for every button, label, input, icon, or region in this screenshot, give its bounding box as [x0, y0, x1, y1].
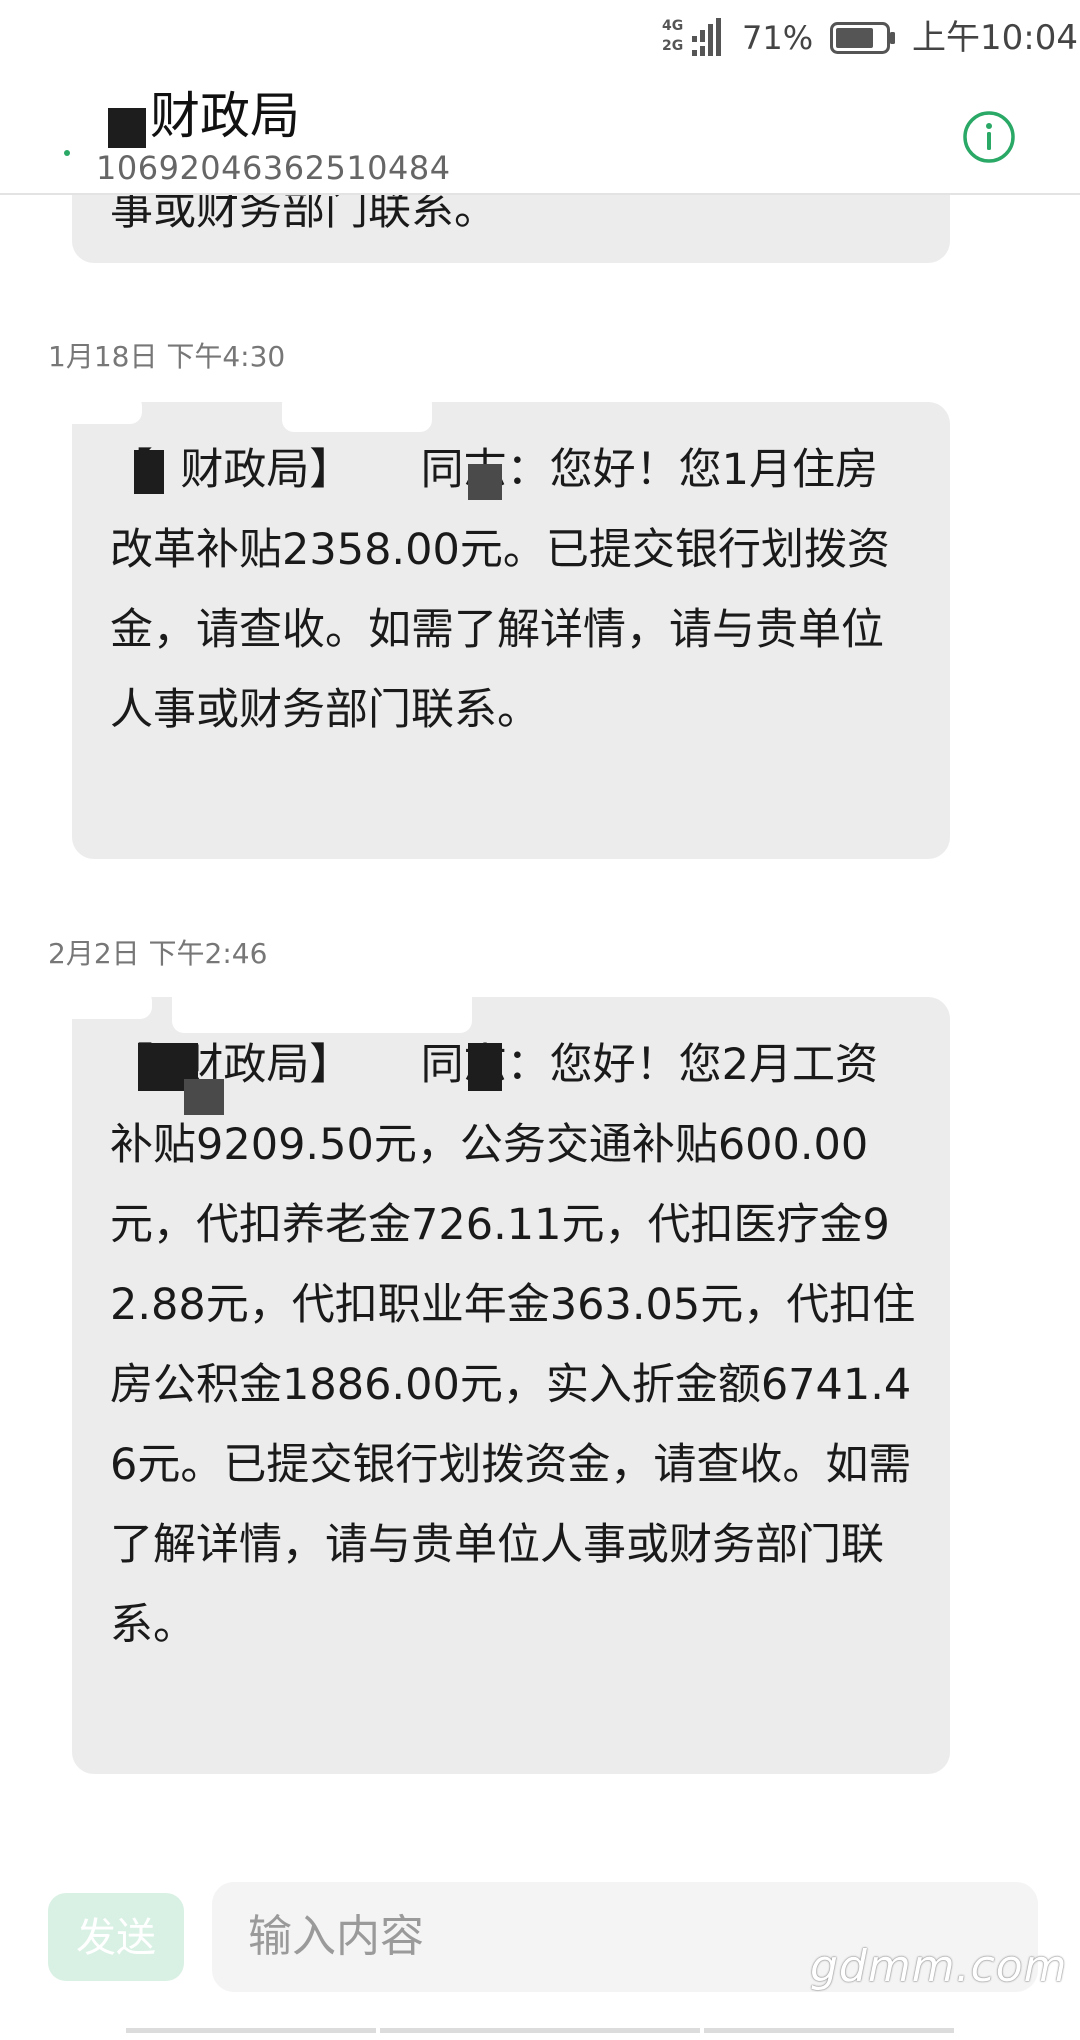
redacted-block: [108, 108, 146, 148]
battery-icon: [830, 22, 895, 54]
watermark: gdmm.com: [810, 1941, 1068, 1992]
message-timestamp: 1月18日 下午4:30: [48, 340, 286, 373]
contact-name: 财政局: [150, 87, 300, 145]
redaction-smear: [282, 392, 432, 432]
redaction-smear: [52, 989, 152, 1019]
redacted-block: [468, 1043, 502, 1091]
redacted-block: [468, 464, 502, 500]
redacted-block: [134, 450, 164, 494]
clock: 上午10:04: [912, 18, 1078, 58]
status-bar: 4G 2G 71% 上午10:04: [0, 0, 1080, 80]
nav-indicator: [380, 2028, 700, 2033]
nav-indicator: [126, 2028, 376, 2033]
info-circle-icon[interactable]: [962, 110, 1016, 164]
signal-bars-icon: [692, 18, 721, 56]
redacted-block: [184, 1079, 224, 1115]
back-icon[interactable]: [64, 150, 70, 156]
redaction-smear: [52, 394, 142, 424]
redaction-smear: [172, 983, 472, 1033]
input-placeholder: 输入内容: [248, 1911, 424, 1962]
message-bubble[interactable]: 【 财政局】 同志：您好！您2月工资补贴9209.50元，公务交通补贴600.0…: [52, 983, 950, 1774]
contact-number: 1069204636251048­4: [96, 149, 451, 187]
send-button[interactable]: 发送: [48, 1893, 184, 1981]
battery-percentage: 71%: [742, 19, 814, 57]
conversation-header: 财政局 1069204636251048­4: [0, 80, 1080, 195]
message-bubble[interactable]: 【 财政局】 同志：您好！您1月住房改革补贴2358.00元。已提交银行划拨资金…: [52, 392, 950, 859]
message-text: 【 财政局】 同志：您好！您1月住房改革补贴2358.00元。已提交银行划拨资金…: [110, 445, 890, 735]
signal-icon: 4G 2G: [662, 16, 732, 60]
nav-indicator: [704, 2028, 954, 2033]
message-text: 【 财政局】 同志：您好！您2月工资补贴9209.50元，公务交通补贴600.0…: [110, 1040, 916, 1650]
message-timestamp: 2月2日 下午2:46: [48, 937, 268, 970]
